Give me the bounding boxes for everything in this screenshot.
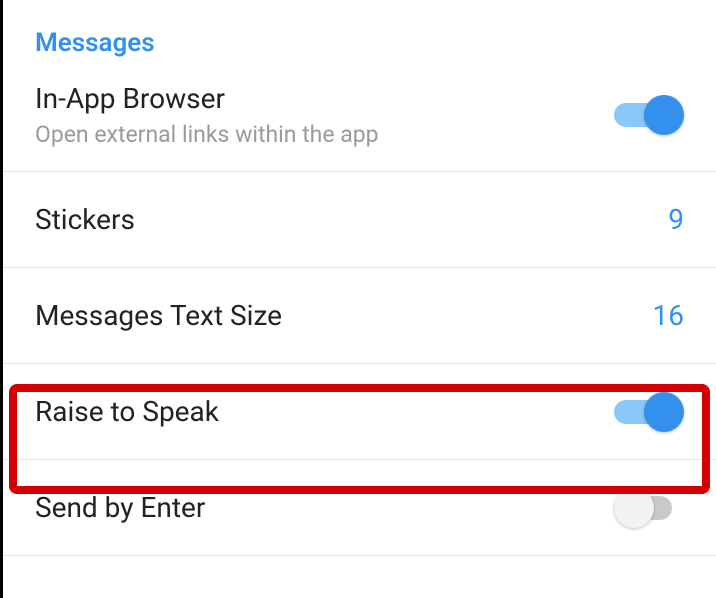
toggle-knob xyxy=(614,488,654,528)
section-header-messages: Messages xyxy=(3,0,716,76)
raise-to-speak-title: Raise to Speak xyxy=(35,395,219,428)
row-text-size[interactable]: Messages Text Size 16 xyxy=(3,268,716,364)
toggle-knob xyxy=(644,95,684,135)
row-stickers[interactable]: Stickers 9 xyxy=(3,172,716,268)
send-by-enter-title: Send by Enter xyxy=(35,491,205,524)
row-send-by-enter[interactable]: Send by Enter xyxy=(3,460,716,556)
in-app-browser-subtitle: Open external links within the app xyxy=(35,121,379,148)
row-in-app-browser[interactable]: In-App Browser Open external links withi… xyxy=(3,76,716,172)
text-size-value: 16 xyxy=(653,299,684,332)
stickers-title: Stickers xyxy=(35,203,135,236)
in-app-browser-title: In-App Browser xyxy=(35,82,379,115)
raise-to-speak-toggle[interactable] xyxy=(614,392,684,432)
row-raise-to-speak[interactable]: Raise to Speak xyxy=(3,364,716,460)
toggle-knob xyxy=(644,392,684,432)
stickers-value: 9 xyxy=(668,203,684,236)
send-by-enter-toggle[interactable] xyxy=(614,488,684,528)
text-size-title: Messages Text Size xyxy=(35,299,282,332)
row-left: In-App Browser Open external links withi… xyxy=(35,82,379,148)
in-app-browser-toggle[interactable] xyxy=(614,95,684,135)
